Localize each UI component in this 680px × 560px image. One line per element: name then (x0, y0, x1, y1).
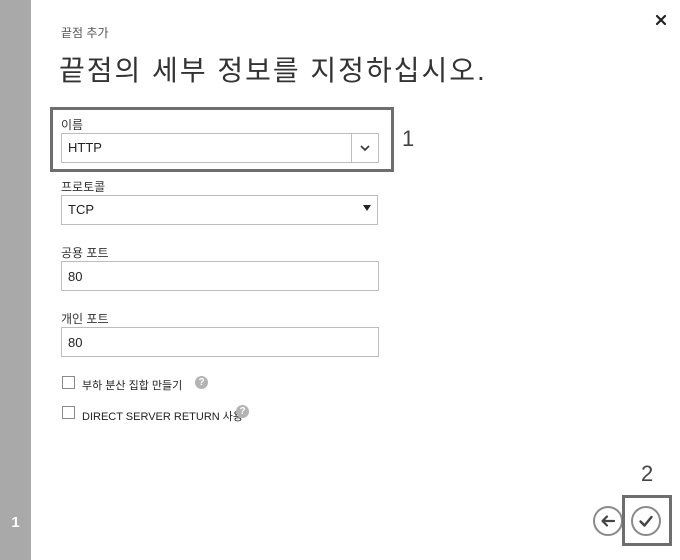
direct-server-return-label: DIRECT SERVER RETURN 사용 (82, 411, 244, 423)
wizard-step-bar (0, 0, 31, 560)
protocol-select[interactable]: TCP (61, 195, 378, 225)
protocol-value: TCP (68, 202, 94, 217)
step-number: 1 (11, 514, 20, 531)
back-button[interactable] (593, 506, 623, 536)
annotation-label-2: 2 (641, 461, 654, 486)
arrow-left-icon (601, 515, 616, 527)
private-port-label: 개인 포트 (61, 312, 109, 326)
dialog-subtitle: 끝점 추가 (61, 26, 109, 40)
annotation-label-1: 1 (402, 126, 415, 151)
load-balanced-checkbox[interactable] (62, 376, 75, 389)
close-button[interactable] (652, 11, 670, 29)
protocol-label: 프로토콜 (61, 180, 106, 194)
load-balanced-label: 부하 분산 집합 만들기 (82, 380, 183, 392)
annotation-highlight-name (50, 107, 394, 172)
public-port-label: 공용 포트 (61, 246, 109, 260)
private-port-input[interactable] (61, 327, 379, 357)
public-port-input[interactable] (61, 261, 379, 291)
annotation-highlight-complete (622, 495, 672, 546)
question-icon[interactable]: ? (195, 376, 208, 389)
direct-server-return-checkbox[interactable] (62, 406, 75, 419)
dialog-title: 끝점의 세부 정보를 지정하십시오. (59, 55, 487, 86)
dropdown-arrow-icon (363, 205, 371, 211)
close-icon (655, 14, 667, 26)
question-icon[interactable]: ? (236, 405, 249, 418)
